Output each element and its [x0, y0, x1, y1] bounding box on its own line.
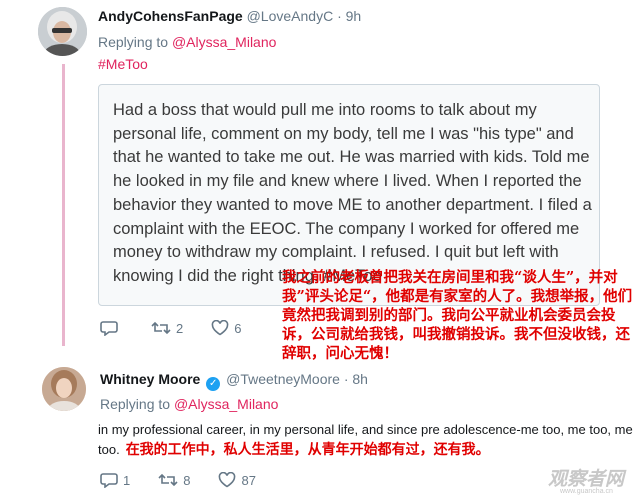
reply-count: 1 [123, 472, 131, 488]
user-handle[interactable]: @TweetneyMoore [226, 371, 340, 387]
translation-inline: 在我的工作中，私人生活里，从青年开始都有过，还有我。 [125, 442, 490, 458]
mention-link[interactable]: @Alyssa_Milano [174, 396, 278, 412]
verified-icon: ✓ [206, 377, 221, 391]
reply-icon [100, 321, 118, 336]
retweet-button[interactable]: 2 [151, 320, 183, 336]
tweet-header: Whitney Moore ✓ @TweetneyMoore · 8h [100, 371, 368, 391]
display-name[interactable]: AndyCohensFanPage [98, 8, 243, 24]
timestamp[interactable]: · 9h [337, 8, 361, 24]
retweet-icon [158, 473, 178, 487]
reply-button[interactable] [100, 320, 123, 336]
card-text: Had a boss that would pull me into rooms… [113, 101, 592, 285]
tweet-actions: 1 8 87 [100, 472, 284, 488]
like-icon [219, 472, 236, 488]
avatar[interactable] [38, 7, 87, 56]
replying-label: Replying to [98, 34, 169, 50]
reply-icon [100, 473, 118, 488]
hashtag-link[interactable]: #MeToo [98, 56, 148, 72]
retweet-icon [151, 321, 171, 335]
timestamp[interactable]: · 8h [344, 371, 368, 387]
reply-button[interactable]: 1 [100, 472, 130, 488]
display-name[interactable]: Whitney Moore [100, 371, 200, 387]
mention-link[interactable]: @Alyssa_Milano [172, 34, 276, 50]
tweet-header: AndyCohensFanPage @LoveAndyC · 9h [98, 8, 361, 24]
thread-connector-line [62, 64, 65, 346]
user-handle[interactable]: @LoveAndyC [247, 8, 334, 24]
tweet-body: in my professional career, in my persona… [98, 420, 638, 460]
like-count: 87 [241, 472, 256, 488]
replying-to: Replying to @Alyssa_Milano [98, 34, 276, 50]
replying-label: Replying to [100, 396, 171, 412]
tweet-actions: 2 6 [100, 320, 269, 336]
retweet-button[interactable]: 8 [158, 472, 190, 488]
replying-to: Replying to @Alyssa_Milano [100, 396, 278, 412]
translation-overlay: 我之前的老板曾把我关在房间里和我“谈人生”，并对我”评头论足“，他都是有家室的人… [282, 269, 633, 362]
like-icon [211, 320, 229, 336]
retweet-count: 2 [176, 320, 184, 336]
watermark-url: www.guancha.cn [560, 488, 613, 495]
like-count: 6 [234, 320, 242, 336]
like-button[interactable]: 6 [211, 320, 241, 336]
like-button[interactable]: 87 [218, 472, 256, 488]
watermark-logo: 观察者网 [548, 469, 625, 490]
avatar[interactable] [42, 367, 86, 411]
retweet-count: 8 [183, 472, 191, 488]
